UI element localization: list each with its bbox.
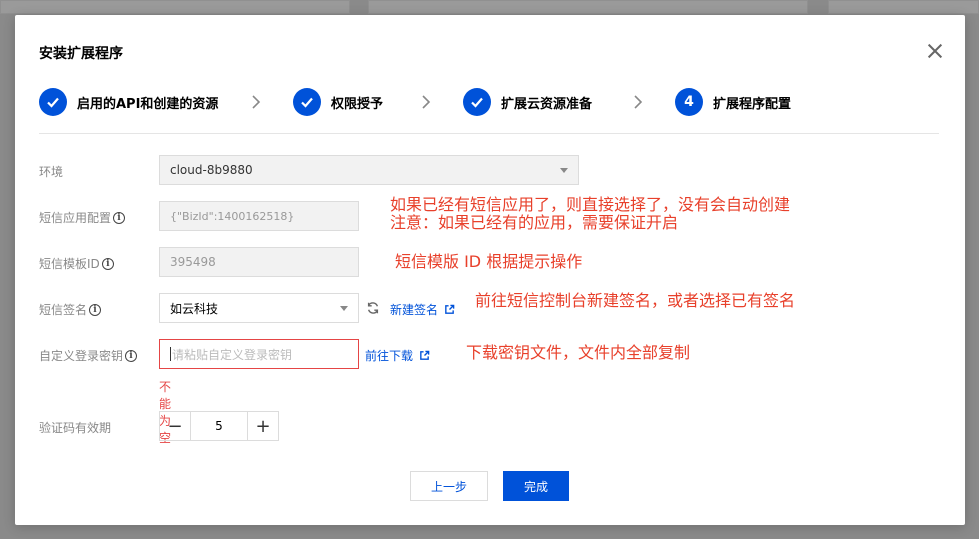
chevron-right-icon — [422, 95, 431, 109]
code-ttl-stepper: − 5 + — [159, 411, 279, 441]
info-icon[interactable]: i — [101, 257, 114, 270]
close-icon[interactable] — [927, 43, 943, 59]
chevron-right-icon — [634, 95, 643, 109]
step-label: 权限授予 — [331, 96, 384, 112]
step-4: 4 扩展程序配置 — [675, 87, 791, 117]
check-icon — [293, 88, 321, 116]
step-label: 启用的API和创建的资源 — [77, 96, 219, 112]
prev-button[interactable]: 上一步 — [410, 471, 488, 501]
label-text: 短信应用配置 — [39, 211, 112, 225]
step-1: 启用的API和创建的资源 — [39, 87, 218, 117]
external-link-icon — [420, 350, 430, 360]
step-2: 权限授予 — [293, 87, 383, 117]
step-number: 4 — [675, 88, 703, 116]
label-text: 短信签名 — [39, 303, 88, 317]
annotation-sign: 前往短信控制台新建签名，或者选择已有签名 — [475, 291, 796, 310]
login-key-label: 自定义登录密钥 i — [39, 347, 138, 364]
stepper: 启用的API和创建的资源 权限授予 扩展云资源准备 4 扩展程序配置 — [39, 87, 939, 117]
background-card — [828, 0, 979, 14]
done-button[interactable]: 完成 — [503, 471, 569, 501]
annotation-key: 下载密钥文件，文件内全部复制 — [466, 343, 691, 362]
sms-app-label: 短信应用配置 i — [39, 209, 126, 226]
step-label: 扩展云资源准备 — [501, 96, 593, 112]
dialog-title: 安装扩展程序 — [39, 46, 123, 62]
info-icon[interactable]: i — [89, 303, 102, 316]
step-label: 扩展程序配置 — [713, 96, 792, 112]
refresh-icon[interactable] — [366, 301, 380, 315]
info-icon[interactable]: i — [113, 211, 126, 224]
label-text: 短信模板ID — [39, 257, 100, 271]
sms-sign-select[interactable]: 如云科技 — [159, 293, 359, 323]
increment-button[interactable]: + — [248, 412, 278, 440]
caret-down-icon — [560, 168, 568, 173]
link-text: 前往下载 — [365, 349, 414, 363]
sms-sign-value: 如云科技 — [170, 301, 219, 316]
check-icon — [463, 88, 491, 116]
divider — [39, 133, 939, 134]
env-label: 环境 — [39, 165, 64, 179]
check-icon — [39, 88, 67, 116]
annotation-template: 短信模版 ID 根据提示操作 — [395, 252, 583, 271]
background-card — [0, 0, 350, 14]
sms-template-label: 短信模板ID i — [39, 255, 114, 272]
info-icon[interactable]: i — [125, 349, 138, 362]
code-ttl-label: 验证码有效期 — [39, 421, 112, 435]
step-3: 扩展云资源准备 — [463, 87, 592, 117]
caret-down-icon — [340, 306, 348, 311]
decrement-button[interactable]: − — [160, 412, 190, 440]
install-extension-dialog: 安装扩展程序 启用的API和创建的资源 权限授予 扩展云资源准备 4 扩展程序配… — [15, 15, 965, 525]
env-value: cloud-8b9880 — [170, 163, 253, 177]
sms-app-input: {"BizId":1400162518} — [159, 201, 359, 231]
annotation-sms-app-note: 注意：如果已经有的应用，需要保证开启 — [390, 213, 679, 232]
sms-template-input: 395498 — [159, 247, 359, 277]
env-select[interactable]: cloud-8b9880 — [159, 155, 579, 185]
link-text: 新建签名 — [390, 303, 439, 317]
chevron-right-icon — [252, 95, 261, 109]
download-key-link[interactable]: 前往下载 — [365, 347, 430, 364]
label-text: 自定义登录密钥 — [39, 349, 124, 363]
login-key-placeholder: 请粘贴自定义登录密钥 — [172, 347, 293, 362]
annotation-sms-app: 如果已经有短信应用了，则直接选择了，没有会自动创建 — [390, 195, 791, 214]
text-cursor — [170, 347, 171, 361]
login-key-input[interactable]: 请粘贴自定义登录密钥 — [159, 339, 359, 369]
new-sign-link[interactable]: 新建签名 — [390, 301, 455, 318]
sms-sign-label: 短信签名 i — [39, 301, 102, 318]
background-card — [368, 0, 808, 14]
external-link-icon — [445, 304, 455, 314]
code-ttl-value[interactable]: 5 — [190, 412, 248, 440]
